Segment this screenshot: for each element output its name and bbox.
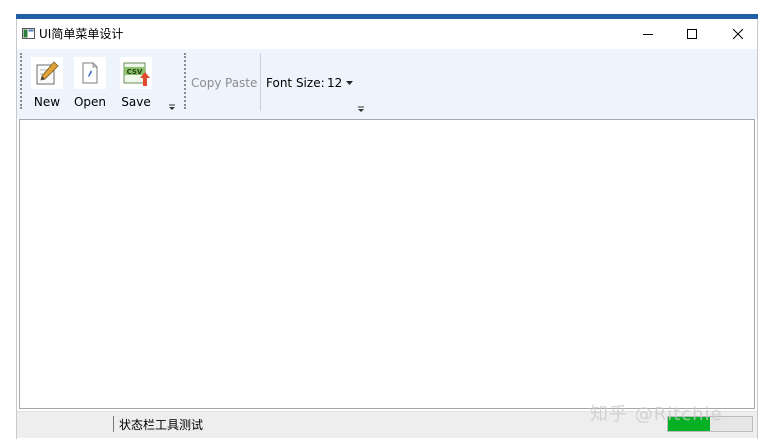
document-icon — [82, 62, 98, 84]
close-icon — [733, 29, 743, 39]
toolbar-overflow-button[interactable] — [168, 103, 176, 111]
new-button[interactable]: New — [25, 53, 69, 111]
pencil-paper-icon — [36, 61, 59, 85]
toolbar-separator — [260, 53, 261, 111]
maximize-icon — [687, 29, 697, 39]
overflow-chevron-icon — [358, 106, 364, 112]
watermark-text: 知乎 @Ritchie — [590, 404, 723, 425]
text-editor[interactable] — [19, 119, 755, 409]
maximize-button[interactable] — [669, 19, 715, 49]
paste-button[interactable]: Paste — [225, 76, 257, 90]
minimize-button[interactable] — [625, 19, 671, 49]
font-size-value: 12 — [327, 76, 343, 90]
app-window: UI简单菜单设计 New Open CSV Save Copy Paste Fo… — [16, 19, 758, 439]
open-button-label: Open — [73, 95, 107, 109]
font-size-label: Font Size: — [266, 76, 325, 90]
toolbar-grip[interactable] — [184, 53, 188, 109]
minimize-icon — [643, 34, 653, 35]
save-button-label: Save — [121, 95, 151, 109]
new-button-label: New — [33, 95, 61, 109]
window-title: UI简单菜单设计 — [39, 27, 124, 41]
title-bar[interactable]: UI简单菜单设计 — [17, 19, 757, 49]
csv-export-icon: CSV — [123, 62, 150, 86]
font-size-select[interactable]: 12 — [325, 74, 355, 92]
status-separator — [113, 416, 114, 432]
save-button[interactable]: CSV Save — [114, 53, 158, 111]
toolbar-tray: New Open CSV Save Copy Paste Font Size: … — [17, 49, 757, 119]
open-button[interactable]: Open — [68, 53, 112, 111]
status-text: 状态栏工具测试 — [119, 418, 204, 432]
toolbar-overflow-button[interactable] — [357, 105, 365, 113]
app-icon — [22, 28, 35, 39]
chevron-down-icon — [346, 80, 354, 85]
csv-icon-text: CSV — [127, 68, 143, 76]
copy-button[interactable]: Copy — [191, 76, 221, 90]
close-button[interactable] — [715, 19, 760, 49]
toolbar-grip[interactable] — [20, 53, 24, 109]
overflow-chevron-icon — [169, 104, 175, 110]
